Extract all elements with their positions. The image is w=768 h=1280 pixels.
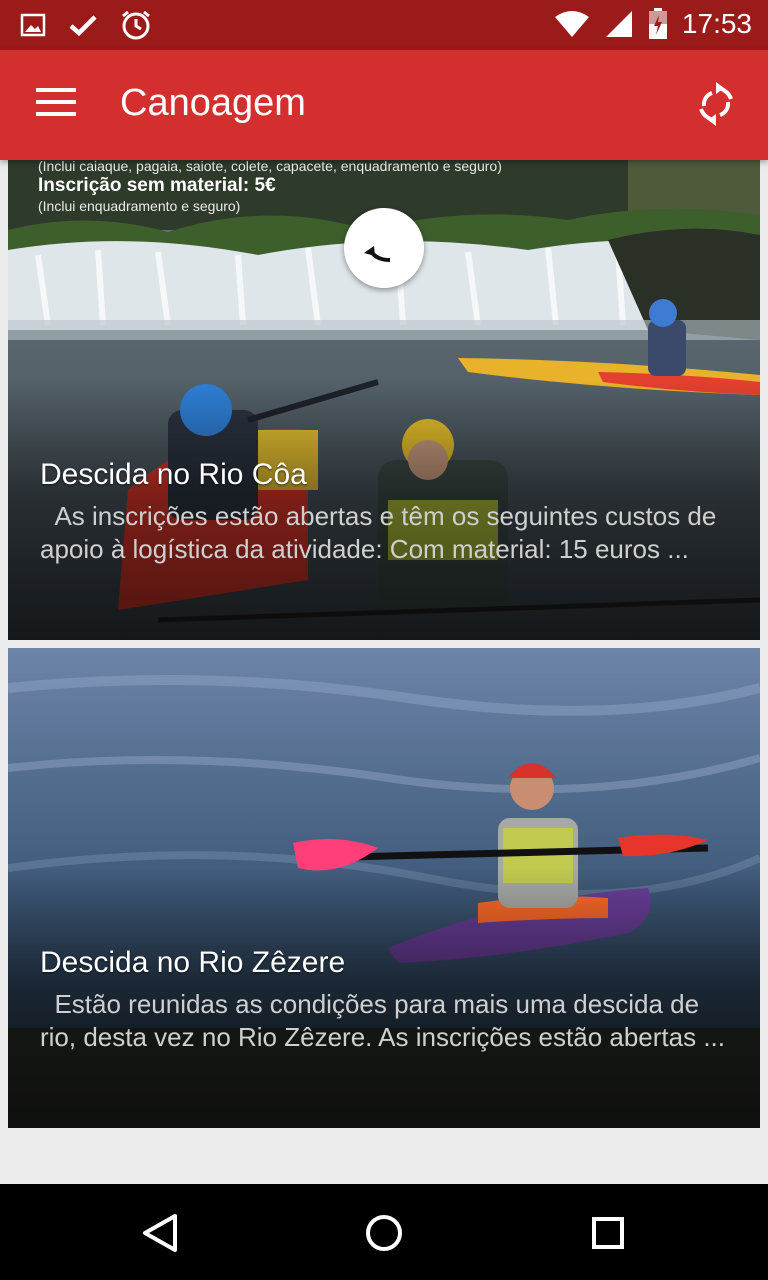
status-bar: 17:53 (0, 0, 768, 50)
page-title: Canoagem (120, 82, 306, 124)
clock: 17:53 (681, 8, 752, 39)
card-excerpt: Estão reunidas as condições para mais um… (40, 989, 725, 1052)
article-card[interactable]: Descida no Rio Zêzere Estão reunidas as … (8, 648, 760, 1128)
signal-icon (605, 11, 632, 37)
check-icon (69, 15, 97, 37)
system-nav-bar (0, 1184, 768, 1280)
poster-text: (Inclui caiaque, pagaia, saiote, colete,… (38, 160, 502, 214)
card-title: Descida no Rio Côa (40, 458, 307, 491)
app-bar: Canoagem (0, 50, 768, 160)
battery-charging-icon (648, 8, 667, 39)
card-excerpt: As inscrições estão abertas e têm os seg… (40, 501, 724, 564)
home-icon[interactable] (359, 1208, 409, 1258)
refresh-spinner (344, 208, 424, 288)
wifi-icon (554, 11, 589, 37)
image-icon (20, 13, 46, 37)
alarm-icon (122, 10, 150, 40)
back-icon[interactable] (135, 1208, 185, 1258)
spinner-arrow-icon (364, 246, 391, 262)
hamburger-menu-icon[interactable] (36, 88, 76, 122)
refresh-icon[interactable] (694, 82, 738, 126)
recents-icon[interactable] (583, 1208, 633, 1258)
card-title: Descida no Rio Zêzere (40, 946, 346, 979)
